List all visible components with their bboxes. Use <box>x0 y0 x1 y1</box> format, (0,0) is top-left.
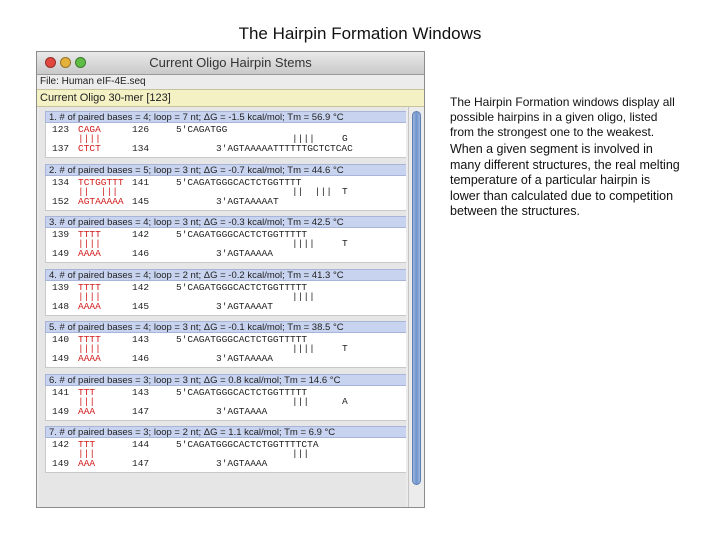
top-start-position: 141 <box>52 386 70 398</box>
stem-bottom-strand: 3'AGTAAAAT <box>216 300 274 312</box>
bottom-paired-sequence: AAAA <box>78 353 101 364</box>
stem-bottom-strand: 3'AGTAAAAAT <box>216 195 279 207</box>
description-paragraph-2: When a given segment is involved in many… <box>450 142 680 218</box>
bottom-end-position: 147 <box>132 405 150 417</box>
window-titlebar[interactable]: Current Oligo Hairpin Stems <box>37 52 424 75</box>
top-start-position: 139 <box>52 281 70 293</box>
pairing-bars: |||| <box>78 290 101 302</box>
bottom-paired-sequence: AAA <box>78 458 96 469</box>
top-end-position: 144 <box>132 439 150 450</box>
stem-bottom-strand: 3'AGTAAAA <box>216 458 268 469</box>
top-end-position: 143 <box>132 386 150 398</box>
bottom-paired-sequence: CTCT <box>78 143 101 154</box>
bottom-start-position: 149 <box>52 405 70 417</box>
hairpin-entry[interactable]: 1. # of paired bases = 4; loop = 7 nt; Δ… <box>45 111 406 160</box>
pairing-bars: ||| <box>78 395 96 407</box>
loop-nucleotide: A <box>342 395 348 407</box>
stem-pairing-bars: ||| <box>292 448 310 459</box>
bottom-paired-sequence: AGTAAAAA <box>78 195 124 207</box>
top-end-position: 141 <box>132 176 150 188</box>
top-start-position: 140 <box>52 334 70 345</box>
pairing-bars: || ||| <box>78 185 118 197</box>
top-start-position: 123 <box>52 124 70 135</box>
top-start-position: 134 <box>52 176 70 188</box>
bottom-paired-sequence: AAAA <box>78 248 101 259</box>
vertical-scrollbar[interactable] <box>408 107 424 507</box>
stem-bottom-strand: 3'AGTAAAAA <box>216 353 274 364</box>
top-end-position: 126 <box>132 124 150 135</box>
hairpin-diagram: 140 TTTT 143 |||| 149 AAAA 146 5'CAGATGGGCACTCT… <box>45 333 406 368</box>
hairpin-entry[interactable]: 3. # of paired bases = 4; loop = 3 nt; Δ… <box>45 216 406 265</box>
stem-top-strand: 5'CAGATGGGCACTCTGGTTTT <box>176 176 302 188</box>
stem-top-strand: 5'CAGATGG <box>176 124 228 135</box>
hairpin-window: Current Oligo Hairpin Stems File: Human … <box>36 51 425 508</box>
top-start-position: 139 <box>52 229 70 240</box>
stem-pairing-bars: |||| <box>292 290 315 302</box>
bottom-end-position: 146 <box>132 353 150 364</box>
top-start-position: 142 <box>52 439 70 450</box>
hairpin-header: 5. # of paired bases = 4; loop = 3 nt; Δ… <box>45 321 406 333</box>
hairpin-entry[interactable]: 5. # of paired bases = 4; loop = 3 nt; Δ… <box>45 321 406 370</box>
bottom-start-position: 137 <box>52 143 70 154</box>
hairpin-header: 6. # of paired bases = 3; loop = 3 nt; Δ… <box>45 373 406 386</box>
slide-title: The Hairpin Formation Windows <box>238 24 482 43</box>
top-end-position: 142 <box>132 229 150 240</box>
bottom-start-position: 152 <box>52 195 70 207</box>
current-oligo-label: Current Oligo 30-mer [123] <box>37 89 424 107</box>
description-paragraph-1: The Hairpin Formation windows display al… <box>450 95 675 139</box>
hairpin-diagram: 123 CAGA 126 |||| 137 CTCT 134 5'CAGATGG |||| G 3'… <box>45 123 406 158</box>
hairpin-diagram: 142 TTT 144 ||| 149 AAA 147 5'CAGATGGGCACTCTGGT… <box>45 438 406 473</box>
window-title: Current Oligo Hairpin Stems <box>149 55 312 70</box>
hairpin-entry[interactable]: 4. # of paired bases = 4; loop = 2 nt; Δ… <box>45 268 406 318</box>
hairpin-list: 1. # of paired bases = 4; loop = 7 nt; Δ… <box>39 107 406 507</box>
slide-description: The Hairpin Formation windows display al… <box>450 95 682 222</box>
bottom-start-position: 149 <box>52 458 70 469</box>
stem-pairing-bars: ||| <box>292 395 310 407</box>
stem-pairing-bars: || ||| <box>292 185 332 197</box>
bottom-end-position: 134 <box>132 143 150 154</box>
top-end-position: 143 <box>132 334 150 345</box>
hairpin-header: 1. # of paired bases = 4; loop = 7 nt; Δ… <box>45 111 406 123</box>
hairpin-diagram: 141 TTT 143 ||| 149 AAA 147 5'CAGATGGGCACTCTGGT… <box>45 385 406 421</box>
hairpin-header: 7. # of paired bases = 3; loop = 2 nt; Δ… <box>45 426 406 438</box>
scrollbar-thumb[interactable] <box>412 111 421 485</box>
bottom-end-position: 145 <box>132 300 150 312</box>
hairpin-header: 4. # of paired bases = 4; loop = 2 nt; Δ… <box>45 268 406 281</box>
stem-pairing-bars: |||| <box>292 343 315 354</box>
stem-top-strand: 5'CAGATGGGCACTCTGGTTTTT <box>176 229 308 240</box>
hairpin-header: 2. # of paired bases = 5; loop = 3 nt; Δ… <box>45 163 406 176</box>
stem-pairing-bars: |||| <box>292 238 315 249</box>
bottom-start-position: 148 <box>52 300 70 312</box>
hairpin-entry[interactable]: 2. # of paired bases = 5; loop = 3 nt; Δ… <box>45 163 406 213</box>
bottom-end-position: 147 <box>132 458 150 469</box>
stem-bottom-strand: 3'AGTAAAAATTTTTTGCTCTCAC <box>216 143 353 154</box>
hairpin-diagram: 139 TTTT 142 |||| 148 AAAA 145 5'CAGATGGGCACTCT… <box>45 280 406 316</box>
bottom-paired-sequence: AAAA <box>78 300 101 312</box>
stem-top-strand: 5'CAGATGGGCACTCTGGTTTTT <box>176 281 308 293</box>
hairpin-entry[interactable]: 7. # of paired bases = 3; loop = 2 nt; Δ… <box>45 426 406 475</box>
loop-nucleotide: T <box>342 238 348 249</box>
loop-nucleotide: T <box>342 185 348 197</box>
hairpin-diagram: 134 TCTGGTTT 141 || ||| 152 AGTAAAAA 145 5'CAGA… <box>45 175 406 211</box>
stem-top-strand: 5'CAGATGGGCACTCTGGTTTTT <box>176 334 308 345</box>
top-end-position: 142 <box>132 281 150 293</box>
bottom-start-position: 149 <box>52 248 70 259</box>
bottom-start-position: 149 <box>52 353 70 364</box>
stem-top-strand: 5'CAGATGGGCACTCTGGTTTTT <box>176 386 308 398</box>
hairpin-diagram: 139 TTTT 142 |||| 149 AAAA 146 5'CAGATGGGCACTCT… <box>45 228 406 263</box>
loop-nucleotide: T <box>342 343 348 354</box>
file-label: File: Human eIF-4E.seq <box>37 75 424 89</box>
bottom-paired-sequence: AAA <box>78 405 96 417</box>
stem-bottom-strand: 3'AGTAAAAA <box>216 248 274 259</box>
hairpin-entry[interactable]: 6. # of paired bases = 3; loop = 3 nt; Δ… <box>45 373 406 423</box>
bottom-end-position: 146 <box>132 248 150 259</box>
bottom-end-position: 145 <box>132 195 150 207</box>
stem-bottom-strand: 3'AGTAAAA <box>216 405 268 417</box>
hairpin-header: 3. # of paired bases = 4; loop = 3 nt; Δ… <box>45 216 406 228</box>
